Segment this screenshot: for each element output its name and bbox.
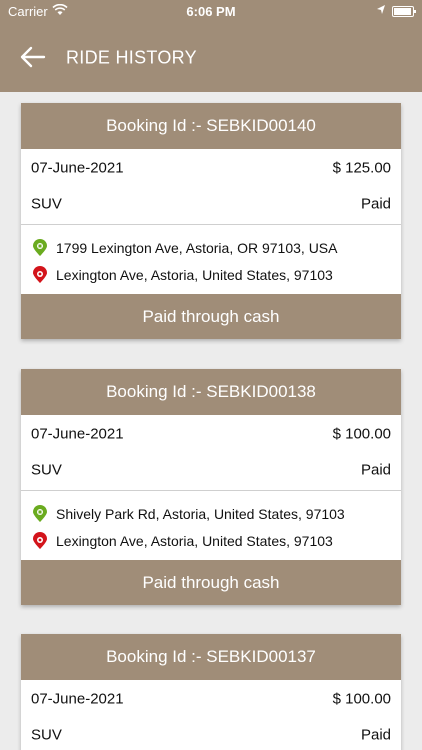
pickup-address: Shively Park Rd, Astoria, United States,… — [56, 505, 345, 522]
dropoff-address: Lexington Ave, Astoria, United States, 9… — [56, 266, 333, 283]
pickup-row: Shively Park Rd, Astoria, United States,… — [21, 500, 401, 527]
vehicle-type: SUV — [31, 461, 62, 479]
route-block: Shively Park Rd, Astoria, United States,… — [21, 491, 401, 560]
pickup-row: 1799 Lexington Ave, Astoria, OR 97103, U… — [21, 234, 401, 261]
payment-method-button[interactable]: Paid through cash — [21, 294, 401, 339]
clock: 6:06 PM — [186, 4, 236, 19]
pickup-pin-icon — [31, 504, 49, 523]
location-arrow-icon — [376, 4, 386, 19]
booking-vehicle-row: SUV Paid — [21, 186, 401, 222]
navigation-bar: RIDE HISTORY — [0, 22, 422, 92]
booking-id: Booking Id :- SEBKID00140 — [106, 116, 316, 135]
booking-date-row: 07-June-2021 $ 100.00 — [21, 681, 401, 717]
page-title: RIDE HISTORY — [66, 47, 197, 68]
ride-history-list[interactable]: Booking Id :- SEBKID00140 07-June-2021 $… — [0, 92, 422, 750]
booking-id-header: Booking Id :- SEBKID00137 — [21, 634, 401, 680]
booking-card[interactable]: Booking Id :- SEBKID00140 07-June-2021 $… — [21, 103, 401, 339]
payment-method-label: Paid through cash — [142, 572, 280, 592]
payment-method-button[interactable]: Paid through cash — [21, 560, 401, 605]
dropoff-row: Lexington Ave, Astoria, United States, 9… — [21, 527, 401, 554]
pickup-address: 1799 Lexington Ave, Astoria, OR 97103, U… — [56, 239, 338, 256]
booking-amount: $ 125.00 — [332, 159, 391, 177]
payment-method-label: Paid through cash — [142, 306, 280, 326]
booking-id: Booking Id :- SEBKID00138 — [106, 382, 316, 401]
route-block: 1799 Lexington Ave, Astoria, OR 97103, U… — [21, 225, 401, 294]
booking-amount: $ 100.00 — [332, 690, 391, 708]
booking-card[interactable]: Booking Id :- SEBKID00138 07-June-2021 $… — [21, 369, 401, 605]
dropoff-pin-icon — [31, 265, 49, 284]
dropoff-address: Lexington Ave, Astoria, United States, 9… — [56, 532, 333, 549]
booking-vehicle-row: SUV Paid — [21, 717, 401, 750]
booking-amount: $ 100.00 — [332, 425, 391, 443]
booking-date: 07-June-2021 — [31, 159, 124, 177]
booking-date: 07-June-2021 — [31, 425, 124, 443]
booking-date-row: 07-June-2021 $ 125.00 — [21, 150, 401, 186]
payment-status: Paid — [360, 726, 391, 744]
dropoff-pin-icon — [31, 531, 49, 550]
booking-date: 07-June-2021 — [31, 690, 124, 708]
back-arrow-icon[interactable] — [18, 42, 48, 72]
payment-status: Paid — [360, 461, 391, 479]
vehicle-type: SUV — [31, 726, 62, 744]
booking-card[interactable]: Booking Id :- SEBKID00137 07-June-2021 $… — [21, 634, 401, 750]
dropoff-row: Lexington Ave, Astoria, United States, 9… — [21, 261, 401, 288]
vehicle-type: SUV — [31, 195, 62, 213]
booking-id: Booking Id :- SEBKID00137 — [106, 647, 316, 666]
pickup-pin-icon — [31, 238, 49, 257]
booking-id-header: Booking Id :- SEBKID00140 — [21, 103, 401, 149]
payment-status: Paid — [360, 195, 391, 213]
booking-date-row: 07-June-2021 $ 100.00 — [21, 416, 401, 452]
booking-id-header: Booking Id :- SEBKID00138 — [21, 369, 401, 415]
battery-icon — [392, 6, 416, 17]
booking-vehicle-row: SUV Paid — [21, 452, 401, 488]
status-bar: Carrier 6:06 PM — [0, 0, 422, 22]
